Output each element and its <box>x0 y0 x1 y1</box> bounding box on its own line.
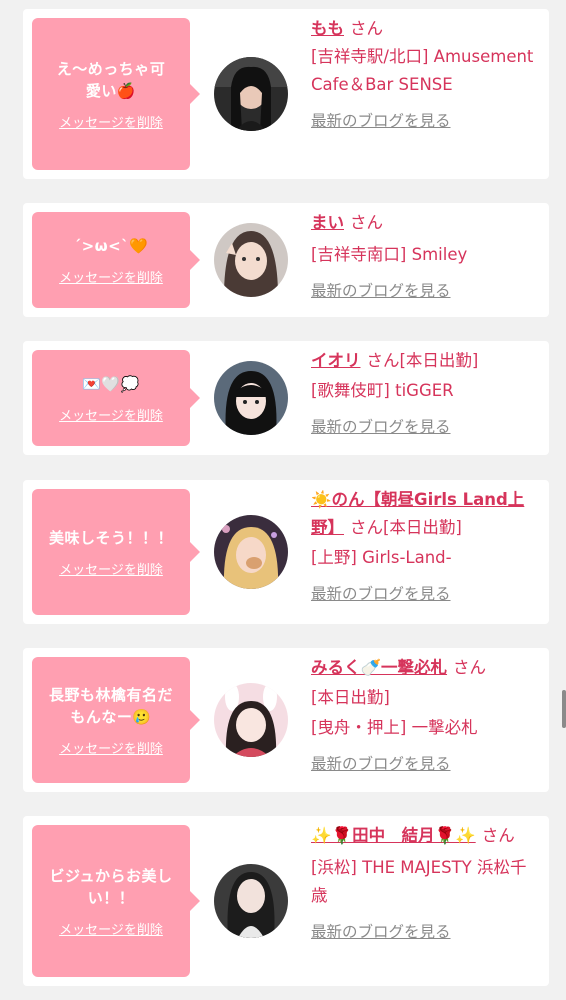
message-card: 美味しそう！！！ メッセージを削除 ☀️のん【朝昼Girls Land上野】 さん… <box>23 480 549 624</box>
avatar[interactable] <box>214 57 288 131</box>
message-bubble: ´>ω<`🧡 メッセージを削除 <box>32 212 200 308</box>
message-text: ´>ω<`🧡 <box>73 236 149 255</box>
message-card: 長野も林檎有名だもんなー🥲 メッセージを削除 みるく🍼一撃必札 さん [本日出勤]… <box>23 648 549 792</box>
blog-link[interactable]: 最新のブログを見る <box>311 750 539 778</box>
blog-link[interactable]: 最新のブログを見る <box>311 277 539 305</box>
avatar[interactable] <box>214 361 288 435</box>
avatar-photo-icon <box>214 515 288 589</box>
shop-text: [吉祥寺南口] Smiley <box>311 245 468 264</box>
message-text: 長野も林檎有名だもんなー🥲 <box>48 685 173 726</box>
sender-name-link[interactable]: イオリ <box>311 351 361 370</box>
shop-text: [曳舟・押上] 一撃必札 <box>311 718 478 737</box>
honorific: さん <box>350 19 383 38</box>
message-text: え〜めっちゃ可愛い🍎 <box>56 59 166 100</box>
message-card: ´>ω<`🧡 メッセージを削除 まい さん [吉祥寺南口] Smiley 最新のブ… <box>23 203 549 317</box>
blog-link[interactable]: 最新のブログを見る <box>311 107 539 135</box>
message-text: 💌🤍💭 <box>82 374 140 393</box>
avatar-photo-icon <box>214 683 288 757</box>
delete-message-link[interactable]: メッセージを削除 <box>59 559 163 578</box>
honorific: さん <box>350 518 383 537</box>
avatar[interactable] <box>214 515 288 589</box>
delete-message-link[interactable]: メッセージを削除 <box>59 112 163 131</box>
avatar-photo-icon <box>214 57 288 131</box>
delete-message-link[interactable]: メッセージを削除 <box>59 738 163 757</box>
message-bubble: 長野も林檎有名だもんなー🥲 メッセージを削除 <box>32 657 200 783</box>
scrollbar[interactable] <box>562 690 566 728</box>
message-bubble: 美味しそう！！！ メッセージを削除 <box>32 489 200 615</box>
delete-message-link[interactable]: メッセージを削除 <box>59 267 163 286</box>
avatar[interactable] <box>214 683 288 757</box>
sender-info: みるく🍼一撃必札 さん [本日出勤] [曳舟・押上] 一撃必札 最新のブログを見る <box>311 654 539 778</box>
sender-info: ☀️のん【朝昼Girls Land上野】 さん[本日出勤] [上野] Girls-… <box>311 486 539 608</box>
blog-link[interactable]: 最新のブログを見る <box>311 413 539 441</box>
honorific: さん <box>481 826 515 845</box>
message-bubble: ビジュからお美しい！！ メッセージを削除 <box>32 825 200 977</box>
delete-message-link[interactable]: メッセージを削除 <box>59 405 163 424</box>
message-bubble: え〜めっちゃ可愛い🍎 メッセージを削除 <box>32 18 200 170</box>
honorific: さん <box>453 658 487 677</box>
blog-link[interactable]: 最新のブログを見る <box>311 580 539 608</box>
blog-link[interactable]: 最新のブログを見る <box>311 918 539 946</box>
status-badge: [本日出勤] <box>383 518 462 537</box>
avatar[interactable] <box>214 864 288 938</box>
avatar-photo-icon <box>214 864 288 938</box>
avatar-photo-icon <box>214 361 288 435</box>
sender-name-link[interactable]: ✨🌹田中 結月🌹✨ <box>311 826 476 845</box>
status-badge: [本日出勤] <box>399 351 479 370</box>
delete-message-link[interactable]: メッセージを削除 <box>59 919 163 938</box>
message-text: 美味しそう！！！ <box>48 528 173 547</box>
honorific: さん <box>366 351 400 370</box>
shop-text: [上野] Girls-Land- <box>311 548 452 567</box>
message-card: え〜めっちゃ可愛い🍎 メッセージを削除 もも さん [吉祥寺駅/北口] Amuse… <box>23 9 549 179</box>
status-badge: [本日出勤] <box>311 688 390 707</box>
message-card: ビジュからお美しい！！ メッセージを削除 ✨🌹田中 結月🌹✨ さん [浜松] TH… <box>23 816 549 986</box>
shop-text: [吉祥寺駅/北口] Amusement Cafe＆Bar SENSE <box>311 47 534 94</box>
sender-name-link[interactable]: みるく🍼一撃必札 <box>311 658 447 677</box>
sender-name-link[interactable]: もも <box>311 19 344 38</box>
sender-info: ✨🌹田中 結月🌹✨ さん [浜松] THE MAJESTY 浜松千歳 最新のブログ… <box>311 822 539 946</box>
sender-info: まい さん [吉祥寺南口] Smiley 最新のブログを見る <box>311 209 539 305</box>
message-text: ビジュからお美しい！！ <box>49 866 173 907</box>
avatar-photo-icon <box>214 223 288 297</box>
sender-info: イオリ さん[本日出勤] [歌舞伎町] tiGGER 最新のブログを見る <box>311 347 539 441</box>
honorific: さん <box>350 213 383 232</box>
shop-text: [歌舞伎町] tiGGER <box>311 381 454 400</box>
sender-name-link[interactable]: まい <box>311 213 344 232</box>
sender-info: もも さん [吉祥寺駅/北口] Amusement Cafe＆Bar SENSE … <box>311 15 539 135</box>
avatar[interactable] <box>214 223 288 297</box>
message-card: 💌🤍💭 メッセージを削除 イオリ さん[本日出勤] [歌舞伎町] tiGGER 最… <box>23 341 549 455</box>
message-bubble: 💌🤍💭 メッセージを削除 <box>32 350 200 446</box>
shop-text: [浜松] THE MAJESTY 浜松千歳 <box>311 858 527 905</box>
